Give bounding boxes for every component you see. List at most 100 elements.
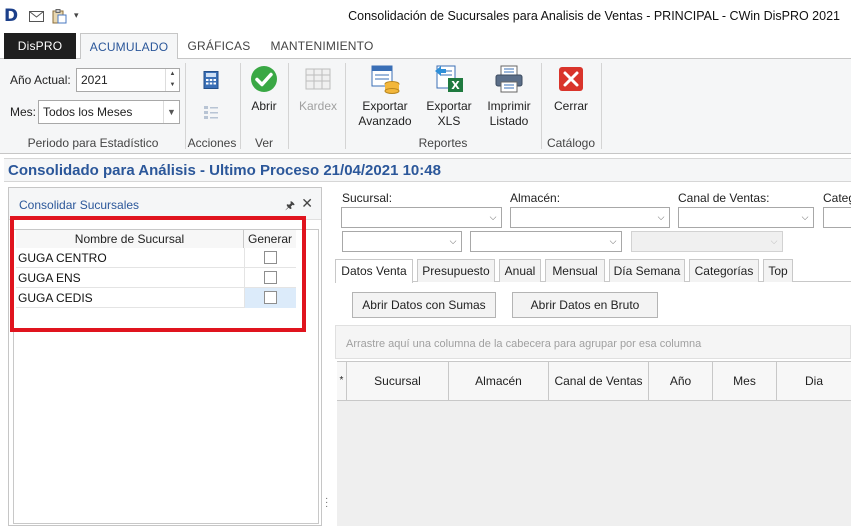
filter-combo-4[interactable]: ⌵ bbox=[342, 231, 462, 252]
generar-checkbox[interactable] bbox=[264, 251, 277, 264]
canal-combo[interactable]: ⌵ bbox=[678, 207, 814, 228]
column-header-nombre[interactable]: Nombre de Sucursal bbox=[16, 230, 244, 248]
grid-header: Nombre de Sucursal Generar bbox=[16, 230, 296, 248]
check-icon bbox=[251, 66, 277, 92]
spin-up-icon[interactable]: ▲ bbox=[166, 69, 179, 80]
table-row[interactable]: GUGA ENS bbox=[16, 268, 296, 288]
calculator-icon[interactable] bbox=[203, 71, 219, 89]
group-label-periodo: Periodo para Estadístico bbox=[27, 136, 159, 150]
clipboard-icon[interactable] bbox=[52, 9, 67, 24]
categoria-combo[interactable] bbox=[823, 207, 851, 228]
cerrar-button[interactable]: Cerrar bbox=[548, 63, 594, 114]
cerrar-label: Cerrar bbox=[553, 99, 588, 113]
abrir-label: Abrir bbox=[251, 99, 277, 113]
group-label-acciones: Acciones bbox=[187, 136, 237, 150]
close-icon[interactable]: ✕ bbox=[301, 195, 313, 212]
generar-cell[interactable] bbox=[244, 288, 296, 308]
chevron-down-icon[interactable]: ⌵ bbox=[653, 208, 669, 227]
month-value: Todos los Meses bbox=[43, 105, 133, 119]
column-header-dia[interactable]: Dia bbox=[777, 362, 851, 400]
data-grid-body[interactable] bbox=[337, 401, 851, 526]
group-by-hint: Arrastre aquí una columna de la cabecera… bbox=[346, 338, 702, 350]
table-row[interactable]: GUGA CENTRO bbox=[16, 248, 296, 268]
exportar-xls-label-2: XLS bbox=[437, 114, 461, 128]
window-title: Consolidación de Sucursales para Analisi… bbox=[348, 9, 840, 23]
tab-anual[interactable]: Anual bbox=[499, 259, 541, 282]
exportar-avanzado-button[interactable]: Exportar Avanzado bbox=[355, 63, 415, 129]
svg-text:X: X bbox=[451, 79, 460, 92]
chevron-down-icon[interactable]: ⌵ bbox=[605, 232, 621, 251]
almacen-filter-label: Almacén: bbox=[510, 191, 561, 205]
tab-presupuesto[interactable]: Presupuesto bbox=[417, 259, 495, 282]
imprimir-listado-button[interactable]: Imprimir Listado bbox=[482, 63, 536, 129]
year-label: Año Actual: bbox=[10, 73, 71, 87]
process-header: Consolidado para Análisis - Ultimo Proce… bbox=[4, 158, 851, 182]
sucursal-name: GUGA CENTRO bbox=[18, 251, 107, 265]
kardex-grid-icon bbox=[305, 68, 331, 90]
quick-access-dropdown-icon[interactable]: ▾ bbox=[74, 10, 79, 21]
group-label-reportes: Reportes bbox=[418, 136, 468, 150]
printer-icon bbox=[495, 65, 523, 93]
abrir-datos-sumas-button[interactable]: Abrir Datos con Sumas bbox=[352, 292, 496, 318]
year-spin-buttons[interactable]: ▲ ▼ bbox=[165, 69, 179, 91]
kardex-button[interactable]: Kardex bbox=[294, 63, 342, 114]
pin-icon[interactable]: 🖈 bbox=[285, 197, 295, 216]
analysis-tabs: Datos Venta Presupuesto Anual Mensual Dí… bbox=[335, 259, 851, 283]
chevron-down-icon[interactable]: ⌵ bbox=[485, 208, 501, 227]
generar-cell[interactable] bbox=[244, 268, 296, 288]
ribbon-tabs: DisPRO ACUMULADO GRÁFICAS MANTENIMIENTO bbox=[0, 33, 851, 60]
tab-dispro[interactable]: DisPRO bbox=[4, 33, 76, 59]
categoria-filter-label: Categ bbox=[823, 191, 851, 205]
group-label-ver: Ver bbox=[254, 136, 273, 150]
tab-top[interactable]: Top bbox=[763, 259, 793, 282]
panel-header: Consolidar Sucursales 🖈 ✕ bbox=[9, 188, 321, 220]
sucursal-name: GUGA ENS bbox=[18, 271, 81, 285]
spin-down-icon[interactable]: ▼ bbox=[166, 80, 179, 91]
generar-checkbox[interactable] bbox=[264, 291, 277, 304]
column-header-mes[interactable]: Mes bbox=[713, 362, 777, 400]
almacen-combo[interactable]: ⌵ bbox=[510, 207, 670, 228]
exportar-xls-button[interactable]: X Exportar XLS bbox=[422, 63, 476, 129]
tab-acumulado[interactable]: ACUMULADO bbox=[80, 33, 178, 60]
chevron-down-icon[interactable]: ⌵ bbox=[445, 232, 461, 251]
group-separator bbox=[240, 63, 241, 149]
abrir-button[interactable]: Abrir bbox=[244, 63, 284, 114]
sucursal-name: GUGA CEDIS bbox=[18, 291, 93, 305]
abrir-datos-bruto-button[interactable]: Abrir Datos en Bruto bbox=[512, 292, 658, 318]
tab-graficas[interactable]: GRÁFICAS bbox=[180, 33, 258, 59]
list-icon bbox=[204, 106, 218, 119]
exportar-avanzado-label-1: Exportar bbox=[362, 99, 408, 113]
imprimir-label-2: Listado bbox=[489, 114, 529, 128]
column-header-generar[interactable]: Generar bbox=[244, 230, 296, 248]
app-logo-icon[interactable]: D bbox=[4, 7, 20, 25]
sucursales-grid: Nombre de Sucursal Generar GUGA CENTRO G… bbox=[13, 229, 319, 524]
tab-mantenimiento[interactable]: MANTENIMIENTO bbox=[262, 33, 382, 59]
sucursal-combo[interactable]: ⌵ bbox=[341, 207, 502, 228]
sucursal-filter-label: Sucursal: bbox=[342, 191, 393, 205]
column-header-ano[interactable]: Año bbox=[649, 362, 713, 400]
generar-checkbox[interactable] bbox=[264, 271, 277, 284]
column-header-sucursal[interactable]: Sucursal bbox=[347, 362, 449, 400]
year-stepper[interactable]: 2021 ▲ ▼ bbox=[76, 68, 180, 92]
tab-datos-venta[interactable]: Datos Venta bbox=[335, 259, 413, 283]
imprimir-label-1: Imprimir bbox=[487, 99, 531, 113]
tab-categorias[interactable]: Categorías bbox=[689, 259, 759, 282]
analysis-area: Sucursal: Almacén: Canal de Ventas: Cate… bbox=[333, 187, 851, 526]
tab-dia-semana[interactable]: Día Semana bbox=[609, 259, 685, 282]
generar-cell[interactable] bbox=[244, 248, 296, 268]
column-header-canal[interactable]: Canal de Ventas bbox=[549, 362, 649, 400]
column-header-indicator[interactable]: * bbox=[337, 362, 347, 400]
group-by-drop-zone[interactable]: Arrastre aquí una columna de la cabecera… bbox=[335, 325, 851, 359]
mail-icon[interactable] bbox=[29, 11, 44, 22]
tab-mensual[interactable]: Mensual bbox=[545, 259, 605, 282]
data-grid-header: * Sucursal Almacén Canal de Ventas Año M… bbox=[337, 361, 851, 401]
column-header-almacen[interactable]: Almacén bbox=[449, 362, 549, 400]
table-row[interactable]: GUGA CEDIS bbox=[16, 288, 296, 308]
splitter-handle-icon[interactable]: · · · bbox=[325, 494, 328, 512]
month-select[interactable]: Todos los Meses ▼ bbox=[38, 100, 180, 124]
export-advanced-icon bbox=[371, 65, 400, 94]
chevron-down-icon[interactable]: ⌵ bbox=[797, 208, 813, 227]
chevron-down-icon[interactable]: ▼ bbox=[163, 101, 179, 123]
filter-combo-5[interactable]: ⌵ bbox=[470, 231, 622, 252]
group-separator bbox=[601, 63, 602, 149]
